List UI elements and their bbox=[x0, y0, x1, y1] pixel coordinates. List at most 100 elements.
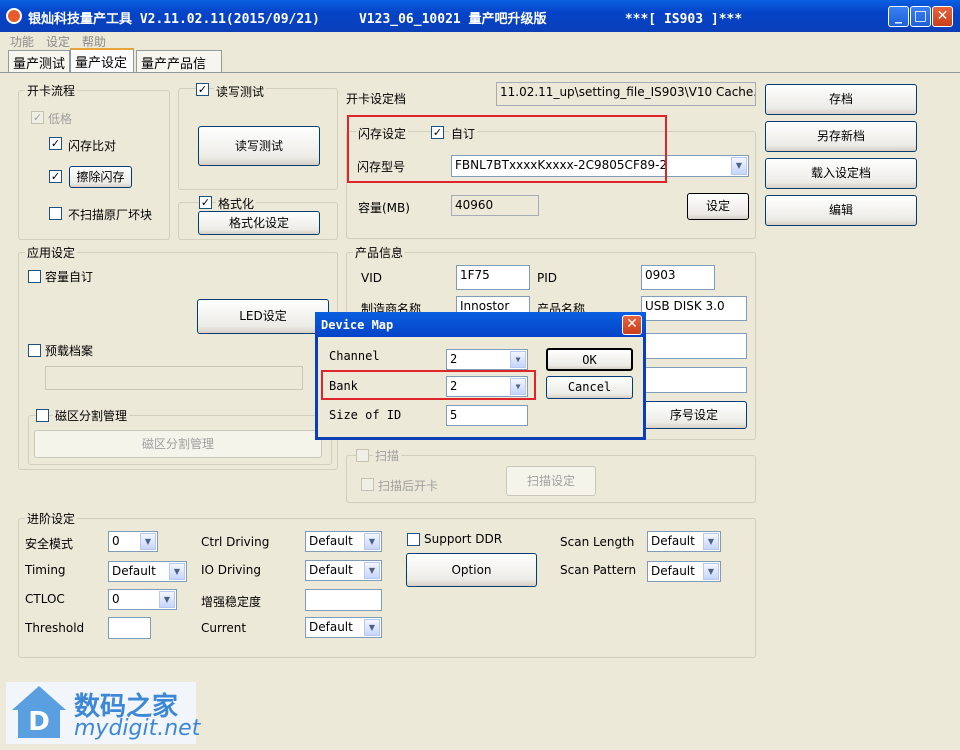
tab-production-test[interactable]: 量产测试 bbox=[8, 50, 70, 72]
dialog-close-button[interactable]: ✕ bbox=[622, 315, 642, 335]
menu-settings[interactable]: 设定 bbox=[46, 33, 70, 50]
product-name-input[interactable]: USB DISK 3.0 bbox=[641, 296, 747, 321]
partition-button[interactable]: 磁区分割管理 bbox=[34, 430, 322, 458]
ctloc-select[interactable]: 0 ▼ bbox=[108, 589, 177, 610]
device-map-dialog: Device Map ✕ Channel 2 ▼ Bank 2 ▼ Size o… bbox=[315, 312, 646, 440]
edit-button[interactable]: 编辑 bbox=[765, 195, 917, 226]
capacity-value: 40960 bbox=[451, 195, 539, 216]
load-config-button[interactable]: 载入设定档 bbox=[765, 158, 917, 189]
scan-pattern-value: Default bbox=[651, 564, 695, 578]
app-settings-legend: 应用设定 bbox=[27, 246, 76, 260]
scan-label: 扫描 bbox=[373, 447, 402, 464]
scan-open-checkbox[interactable] bbox=[361, 478, 374, 491]
ok-button[interactable]: OK bbox=[546, 348, 633, 371]
option-button[interactable]: Option bbox=[406, 553, 537, 587]
save-as-button[interactable]: 另存新档 bbox=[765, 121, 917, 152]
ctrl-driving-select[interactable]: Default ▼ bbox=[305, 531, 382, 552]
scan-checkbox[interactable] bbox=[356, 449, 369, 462]
title-bar: 银灿科技量产工具 V2.11.02.11(2015/09/21) V123_06… bbox=[0, 0, 960, 32]
svg-text:D: D bbox=[28, 707, 50, 737]
tab-production-settings[interactable]: 量产设定 bbox=[70, 48, 134, 72]
pid-input[interactable]: 0903 bbox=[641, 265, 715, 290]
vid-input[interactable]: 1F75 bbox=[456, 265, 530, 290]
config-file-label: 开卡设定档 bbox=[346, 92, 407, 106]
capacity-label: 容量(MB) bbox=[358, 201, 410, 215]
preload-checkbox[interactable] bbox=[28, 344, 41, 357]
menu-function[interactable]: 功能 bbox=[10, 33, 34, 50]
save-button[interactable]: 存档 bbox=[765, 84, 917, 115]
ctloc-label: CTLOC bbox=[25, 592, 65, 606]
app-icon bbox=[6, 8, 22, 24]
partition-checkbox[interactable] bbox=[36, 409, 49, 422]
ctrl-driving-value: Default bbox=[309, 534, 353, 548]
io-driving-value: Default bbox=[309, 563, 353, 577]
ctloc-value: 0 bbox=[112, 592, 120, 606]
led-settings-button[interactable]: LED设定 bbox=[197, 299, 329, 334]
cancel-button[interactable]: Cancel bbox=[546, 376, 633, 399]
safe-mode-label: 安全模式 bbox=[25, 537, 74, 551]
erase-flash-button[interactable]: 擦除闪存 bbox=[69, 166, 132, 188]
flash-set-button[interactable]: 设定 bbox=[687, 193, 749, 220]
flash-compare-checkbox[interactable]: ✓ bbox=[49, 137, 62, 150]
product-info-legend: 产品信息 bbox=[355, 246, 404, 260]
chevron-down-icon: ▼ bbox=[510, 351, 526, 368]
dialog-title: Device Map bbox=[321, 318, 394, 332]
watermark-en: mydigit.net bbox=[74, 716, 201, 741]
safe-mode-value: 0 bbox=[112, 534, 120, 548]
tab-product-info[interactable]: 量产产品信息 bbox=[136, 50, 222, 91]
preload-label: 预载档案 bbox=[45, 344, 94, 358]
preload-path-field[interactable] bbox=[45, 366, 303, 390]
chevron-down-icon: ▼ bbox=[169, 563, 185, 580]
capacity-custom-checkbox[interactable] bbox=[28, 270, 41, 283]
timing-select[interactable]: Default ▼ bbox=[108, 561, 187, 582]
product-field-3[interactable] bbox=[641, 333, 747, 359]
low-format-label: 低格 bbox=[48, 112, 73, 126]
close-button[interactable]: ✕ bbox=[932, 6, 953, 27]
channel-label: Channel bbox=[329, 349, 380, 363]
window-title: 银灿科技量产工具 V2.11.02.11(2015/09/21) V123_06… bbox=[28, 12, 743, 27]
stability-label: 增强稳定度 bbox=[201, 595, 262, 609]
safe-mode-select[interactable]: 0 ▼ bbox=[108, 531, 158, 552]
chevron-down-icon: ▼ bbox=[703, 533, 719, 550]
flash-compare-label: 闪存比对 bbox=[68, 139, 117, 153]
dialog-title-bar: Device Map bbox=[315, 312, 646, 337]
no-scan-bad-label: 不扫描原厂坏块 bbox=[68, 208, 153, 222]
timing-value: Default bbox=[112, 564, 156, 578]
pid-label: PID bbox=[537, 271, 558, 285]
size-of-id-input[interactable]: 5 bbox=[446, 405, 528, 426]
scan-settings-button[interactable]: 扫描设定 bbox=[506, 466, 596, 496]
partition-label: 磁区分割管理 bbox=[53, 407, 130, 424]
support-ddr-checkbox[interactable] bbox=[407, 533, 420, 546]
serial-settings-button[interactable]: 序号设定 bbox=[641, 401, 747, 429]
scan-length-value: Default bbox=[651, 534, 695, 548]
current-value: Default bbox=[309, 620, 353, 634]
scan-length-select[interactable]: Default ▼ bbox=[647, 531, 721, 552]
channel-value: 2 bbox=[450, 352, 458, 366]
rw-test-button[interactable]: 读写测试 bbox=[198, 126, 320, 166]
stability-input[interactable] bbox=[305, 589, 382, 611]
current-label: Current bbox=[201, 621, 247, 635]
low-format-checkbox[interactable]: ✓ bbox=[31, 111, 44, 124]
no-scan-bad-checkbox[interactable] bbox=[49, 207, 62, 220]
maximize-button[interactable]: □ bbox=[910, 6, 931, 27]
channel-select[interactable]: 2 ▼ bbox=[446, 349, 528, 370]
threshold-input[interactable] bbox=[108, 617, 151, 639]
format-settings-button[interactable]: 格式化设定 bbox=[198, 211, 320, 235]
current-select[interactable]: Default ▼ bbox=[305, 617, 382, 638]
chevron-down-icon: ▼ bbox=[140, 533, 156, 550]
rw-test-checkbox[interactable]: ✓ bbox=[196, 83, 209, 96]
vid-label: VID bbox=[361, 271, 382, 285]
io-driving-select[interactable]: Default ▼ bbox=[305, 560, 382, 581]
chevron-down-icon: ▼ bbox=[159, 591, 175, 608]
minimize-button[interactable]: _ bbox=[888, 6, 909, 27]
rw-test-label: 读写测试 bbox=[214, 83, 267, 100]
scan-pattern-label: Scan Pattern bbox=[560, 563, 637, 577]
config-file-path: 11.02.11_up\setting_file_IS903\V10 Cache… bbox=[496, 82, 756, 106]
product-field-4[interactable] bbox=[641, 367, 747, 393]
ctrl-driving-label: Ctrl Driving bbox=[201, 535, 270, 549]
erase-flash-checkbox[interactable]: ✓ bbox=[49, 170, 62, 183]
capacity-custom-label: 容量自订 bbox=[45, 270, 94, 284]
format-checkbox[interactable]: ✓ bbox=[199, 196, 212, 209]
chevron-down-icon: ▼ bbox=[364, 533, 380, 550]
scan-pattern-select[interactable]: Default ▼ bbox=[647, 561, 721, 582]
